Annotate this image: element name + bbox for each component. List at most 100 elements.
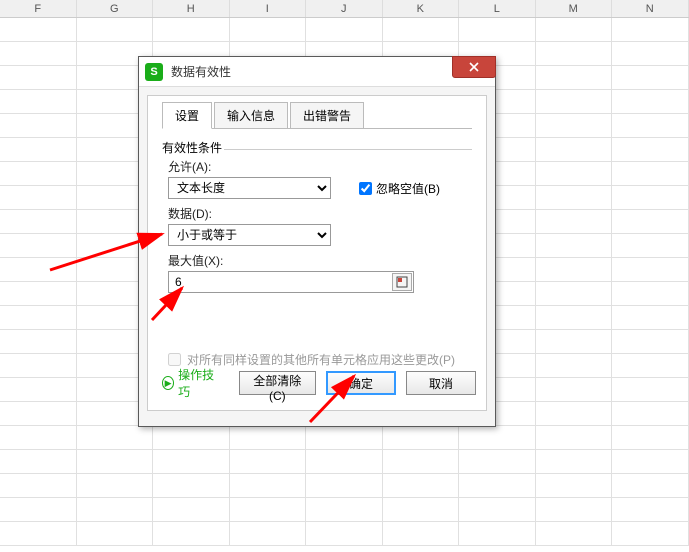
cell[interactable] [536,426,613,450]
cell[interactable] [383,498,460,522]
tab-error-alert[interactable]: 出错警告 [290,102,364,129]
close-button[interactable] [452,56,496,78]
cell[interactable] [612,210,689,234]
cell[interactable] [536,42,613,66]
col-header[interactable]: L [459,0,536,17]
cell[interactable] [459,18,536,42]
cell[interactable] [230,522,307,546]
cell[interactable] [536,306,613,330]
cell[interactable] [459,474,536,498]
cell[interactable] [0,498,77,522]
cell[interactable] [306,498,383,522]
cell[interactable] [0,210,77,234]
cell[interactable] [536,450,613,474]
cell[interactable] [0,186,77,210]
cell[interactable] [0,522,77,546]
cell[interactable] [0,402,77,426]
cell[interactable] [77,18,154,42]
cell[interactable] [536,282,613,306]
cell[interactable] [612,90,689,114]
cell[interactable] [536,162,613,186]
tab-settings[interactable]: 设置 [162,102,212,129]
cell[interactable] [230,18,307,42]
cell[interactable] [230,498,307,522]
cell[interactable] [383,474,460,498]
cell[interactable] [0,306,77,330]
cell[interactable] [0,474,77,498]
cell[interactable] [536,354,613,378]
cell[interactable] [0,282,77,306]
cell[interactable] [536,66,613,90]
allow-select[interactable]: 文本长度 [168,177,331,199]
cell[interactable] [536,378,613,402]
col-header[interactable]: J [306,0,383,17]
cell[interactable] [536,258,613,282]
cell[interactable] [0,18,77,42]
cell[interactable] [536,522,613,546]
cell[interactable] [612,426,689,450]
col-header[interactable]: F [0,0,77,17]
cell[interactable] [459,522,536,546]
ok-button[interactable]: 确定 [326,371,396,395]
cell[interactable] [77,426,154,450]
cell[interactable] [612,66,689,90]
cell[interactable] [536,402,613,426]
col-header[interactable]: M [536,0,613,17]
cell[interactable] [536,138,613,162]
cell[interactable] [612,138,689,162]
cell[interactable] [77,474,154,498]
cell[interactable] [536,474,613,498]
tab-input-message[interactable]: 输入信息 [214,102,288,129]
cell[interactable] [0,378,77,402]
cell[interactable] [0,450,77,474]
col-header[interactable]: N [612,0,689,17]
range-picker-button[interactable] [392,273,412,291]
cell[interactable] [612,186,689,210]
cell[interactable] [536,330,613,354]
tips-link[interactable]: ▶ 操作技巧 [162,366,219,400]
cell[interactable] [383,18,460,42]
cell[interactable] [0,66,77,90]
cell[interactable] [0,426,77,450]
cell[interactable] [612,42,689,66]
cell[interactable] [230,450,307,474]
cell[interactable] [153,498,230,522]
col-header[interactable]: H [153,0,230,17]
cell[interactable] [306,474,383,498]
cell[interactable] [306,450,383,474]
cell[interactable] [612,474,689,498]
cell[interactable] [536,210,613,234]
cell[interactable] [0,330,77,354]
cell[interactable] [0,90,77,114]
cell[interactable] [0,258,77,282]
cell[interactable] [306,522,383,546]
cell[interactable] [612,306,689,330]
cell[interactable] [612,234,689,258]
cell[interactable] [0,114,77,138]
cell[interactable] [612,402,689,426]
cell[interactable] [612,162,689,186]
cell[interactable] [612,18,689,42]
cell[interactable] [612,282,689,306]
cell[interactable] [153,450,230,474]
cell[interactable] [0,42,77,66]
cell[interactable] [612,258,689,282]
cell[interactable] [383,450,460,474]
cell[interactable] [306,426,383,450]
cell[interactable] [612,522,689,546]
cell[interactable] [153,522,230,546]
cell[interactable] [612,114,689,138]
cell[interactable] [383,522,460,546]
cell[interactable] [0,138,77,162]
col-header[interactable]: I [230,0,307,17]
cell[interactable] [459,498,536,522]
cell[interactable] [0,234,77,258]
cell[interactable] [383,426,460,450]
cell[interactable] [153,474,230,498]
cell[interactable] [459,450,536,474]
col-header[interactable]: G [77,0,154,17]
cell[interactable] [536,234,613,258]
cell[interactable] [77,498,154,522]
cell[interactable] [77,522,154,546]
cell[interactable] [306,18,383,42]
